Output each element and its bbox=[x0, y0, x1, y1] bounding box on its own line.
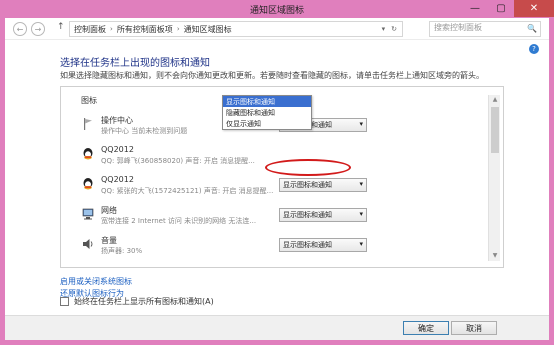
dropdown-option-show[interactable]: 显示图标和通知 bbox=[223, 96, 311, 107]
volume-icon bbox=[83, 239, 93, 249]
chevron-down-icon: ▾ bbox=[359, 120, 363, 128]
chevron-down-icon: ▾ bbox=[359, 180, 363, 188]
row-description: QQ: 郭峰飞(360858020) 声音: 开启 消息提醒... bbox=[101, 157, 255, 165]
row-name: QQ2012 bbox=[101, 175, 134, 184]
up-button[interactable]: ↑ bbox=[57, 22, 65, 32]
always-show-label: 始终在任务栏上显示所有图标和通知(A) bbox=[74, 297, 214, 306]
address-dropdown-icon[interactable]: ▾ bbox=[382, 25, 386, 33]
dialog-footer: 确定 取消 bbox=[5, 315, 549, 340]
toggle-system-icons-link[interactable]: 启用或关闭系统图标 bbox=[60, 276, 132, 287]
cancel-button[interactable]: 取消 bbox=[451, 321, 497, 335]
window: 通知区域图标 — ▢ ✕ ← → ↑ 控制面板 › 所有控制面板项 › 通知区域… bbox=[0, 0, 554, 345]
back-button[interactable]: ← bbox=[13, 22, 27, 36]
behavior-select[interactable]: 显示图标和通知 ▾ bbox=[279, 178, 367, 192]
refresh-icon[interactable]: ↻ bbox=[391, 25, 397, 33]
flag-icon bbox=[84, 118, 92, 130]
breadcrumb[interactable]: 控制面板 › 所有控制面板项 › 通知区域图标 ▾ ↻ bbox=[69, 21, 403, 37]
row-name: QQ2012 bbox=[101, 145, 134, 154]
client-area: ← → ↑ 控制面板 › 所有控制面板项 › 通知区域图标 ▾ ↻ 搜索控制面板… bbox=[5, 18, 549, 340]
scroll-up-icon[interactable]: ▲ bbox=[490, 96, 500, 104]
row-name: 操作中心 bbox=[101, 116, 133, 125]
address-bar: ← → ↑ 控制面板 › 所有控制面板项 › 通知区域图标 ▾ ↻ 搜索控制面板… bbox=[5, 18, 549, 40]
qq-icon bbox=[83, 148, 93, 160]
ok-button[interactable]: 确定 bbox=[403, 321, 449, 335]
crumb-all-items[interactable]: 所有控制面板项 bbox=[117, 24, 173, 35]
chevron-down-icon: ▾ bbox=[359, 240, 363, 248]
row-name: 网络 bbox=[101, 206, 117, 215]
close-button[interactable]: ✕ bbox=[514, 0, 554, 17]
always-show-checkbox-row[interactable]: 始终在任务栏上显示所有图标和通知(A) bbox=[60, 296, 214, 307]
search-icon[interactable]: 🔍 bbox=[527, 24, 537, 33]
column-header-icon: 图标 bbox=[81, 96, 97, 105]
dropdown-option-hide[interactable]: 隐藏图标和通知 bbox=[223, 107, 311, 118]
help-icon[interactable]: ? bbox=[529, 44, 539, 54]
behavior-value: 显示图标和通知 bbox=[283, 211, 332, 219]
row-name: 音量 bbox=[101, 236, 117, 245]
behavior-value: 显示图标和通知 bbox=[283, 241, 332, 249]
maximize-button[interactable]: ▢ bbox=[488, 0, 514, 17]
table-row: 网络 宽带连接 2 Internet 访问 未识别的网络 无法连... 显示图标… bbox=[81, 205, 491, 233]
qq-icon bbox=[83, 178, 93, 190]
chevron-right-icon: › bbox=[176, 25, 180, 33]
search-input[interactable]: 搜索控制面板 🔍 bbox=[429, 21, 541, 37]
behavior-value: 显示图标和通知 bbox=[283, 181, 332, 189]
crumb-notification-icons[interactable]: 通知区域图标 bbox=[184, 24, 232, 35]
page-title: 选择在任务栏上出现的图标和通知 bbox=[60, 58, 210, 69]
chevron-right-icon: › bbox=[110, 25, 113, 33]
always-show-checkbox[interactable] bbox=[60, 297, 69, 306]
scroll-thumb[interactable] bbox=[491, 107, 499, 153]
behavior-select[interactable]: 显示图标和通知 ▾ bbox=[279, 208, 367, 222]
titlebar: 通知区域图标 — ▢ ✕ bbox=[0, 0, 554, 18]
row-description: 扬声器: 30% bbox=[101, 247, 143, 255]
behavior-select[interactable]: 显示图标和通知 ▾ bbox=[279, 238, 367, 252]
table-row: 音量 扬声器: 30% 显示图标和通知 ▾ bbox=[81, 235, 491, 263]
table-row: QQ2012 QQ: 紧张的大飞(1572425121) 声音: 开启 消息提醒… bbox=[81, 175, 491, 203]
chevron-down-icon: ▾ bbox=[359, 210, 363, 218]
search-placeholder: 搜索控制面板 bbox=[434, 23, 482, 32]
forward-button[interactable]: → bbox=[31, 22, 45, 36]
crumb-control-panel[interactable]: 控制面板 bbox=[74, 24, 106, 35]
page-description: 如果选择隐藏图标和通知，则不会向你通知更改和更新。若要随时查看隐藏的图标，请单击… bbox=[60, 71, 484, 80]
behavior-dropdown-menu: 显示图标和通知 隐藏图标和通知 仅显示通知 bbox=[222, 95, 312, 130]
row-description: QQ: 紧张的大飞(1572425121) 声音: 开启 消息提醒... bbox=[101, 187, 274, 195]
annotation-ellipse bbox=[265, 159, 351, 176]
scroll-down-icon[interactable]: ▼ bbox=[490, 252, 500, 260]
network-icon bbox=[82, 208, 94, 220]
row-description: 操作中心 当前未检测到问题 bbox=[101, 127, 188, 135]
vertical-scrollbar[interactable]: ▲ ▼ bbox=[488, 95, 500, 261]
row-description: 宽带连接 2 Internet 访问 未识别的网络 无法连... bbox=[101, 217, 257, 225]
minimize-button[interactable]: — bbox=[462, 0, 488, 17]
dropdown-option-notify-only[interactable]: 仅显示通知 bbox=[223, 118, 311, 129]
